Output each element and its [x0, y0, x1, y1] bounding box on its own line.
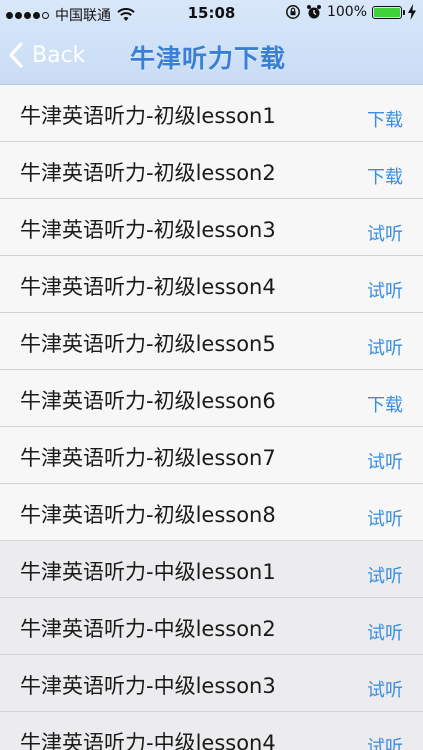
lesson-action-button[interactable]: 试听: [367, 505, 403, 531]
battery-fill: [374, 7, 400, 17]
lesson-title: 牛津英语听力-中级lesson4: [20, 731, 276, 750]
lesson-title: 牛津英语听力-中级lesson3: [20, 674, 276, 698]
lesson-title: 牛津英语听力-初级lesson4: [20, 275, 276, 299]
chevron-left-icon: [9, 42, 23, 68]
list-item[interactable]: 牛津英语听力-初级lesson6 下载: [0, 370, 423, 427]
page-title: 牛津听力下载: [130, 44, 287, 73]
lesson-title: 牛津英语听力-初级lesson3: [20, 218, 276, 242]
lesson-title: 牛津英语听力-初级lesson6: [20, 389, 276, 413]
lesson-action-button[interactable]: 试听: [367, 733, 403, 750]
list-item[interactable]: 牛津英语听力-初级lesson3 试听: [0, 199, 423, 256]
list-item[interactable]: 牛津英语听力-中级lesson4 试听: [0, 712, 423, 750]
list-item[interactable]: 牛津英语听力-初级lesson1 下载: [0, 85, 423, 142]
lesson-title: 牛津英语听力-中级lesson2: [20, 617, 276, 641]
lesson-action-button[interactable]: 下载: [367, 391, 403, 417]
lesson-title: 牛津英语听力-中级lesson1: [20, 560, 276, 584]
lesson-action-button[interactable]: 试听: [367, 619, 403, 645]
list-item[interactable]: 牛津英语听力-中级lesson1 试听: [0, 541, 423, 598]
lesson-title: 牛津英语听力-初级lesson8: [20, 503, 276, 527]
status-right: 100%: [285, 4, 417, 20]
back-button-label: Back: [32, 42, 86, 68]
screen: 中国联通 15:08 100% Back 牛津听力下载 牛津英语听力-初级les…: [0, 0, 423, 750]
lesson-action-button[interactable]: 试听: [367, 562, 403, 588]
list-item[interactable]: 牛津英语听力-中级lesson3 试听: [0, 655, 423, 712]
status-bar: 中国联通 15:08 100%: [0, 0, 423, 28]
lesson-action-button[interactable]: 下载: [367, 106, 403, 132]
lesson-action-button[interactable]: 试听: [367, 448, 403, 474]
lesson-action-button[interactable]: 试听: [367, 277, 403, 303]
lesson-list: 牛津英语听力-初级lesson1 下载 牛津英语听力-初级lesson2 下载 牛津英语…: [0, 85, 423, 750]
battery-icon: [372, 5, 405, 19]
lesson-title: 牛津英语听力-初级lesson2: [20, 161, 276, 185]
list-item[interactable]: 牛津英语听力-中级lesson2 试听: [0, 598, 423, 655]
lesson-action-button[interactable]: 试听: [367, 220, 403, 246]
list-item[interactable]: 牛津英语听力-初级lesson8 试听: [0, 484, 423, 541]
orientation-lock-icon: [286, 5, 300, 19]
lesson-action-button[interactable]: 试听: [367, 676, 403, 702]
list-item[interactable]: 牛津英语听力-初级lesson5 试听: [0, 313, 423, 370]
list-item[interactable]: 牛津英语听力-初级lesson4 试听: [0, 256, 423, 313]
alarm-icon: [306, 5, 321, 19]
navigation-bar: Back 牛津听力下载: [0, 28, 423, 85]
list-item[interactable]: 牛津英语听力-初级lesson7 试听: [0, 427, 423, 484]
back-button[interactable]: Back: [8, 38, 85, 72]
list-item[interactable]: 牛津英语听力-初级lesson2 下载: [0, 142, 423, 199]
lesson-title: 牛津英语听力-初级lesson7: [20, 446, 276, 470]
battery-percent: 100%: [326, 4, 367, 20]
lesson-title: 牛津英语听力-初级lesson1: [20, 104, 276, 128]
charging-bolt-icon: [408, 4, 416, 20]
lesson-title: 牛津英语听力-初级lesson5: [20, 332, 276, 356]
lesson-action-button[interactable]: 下载: [367, 163, 403, 189]
lesson-action-button[interactable]: 试听: [367, 334, 403, 360]
